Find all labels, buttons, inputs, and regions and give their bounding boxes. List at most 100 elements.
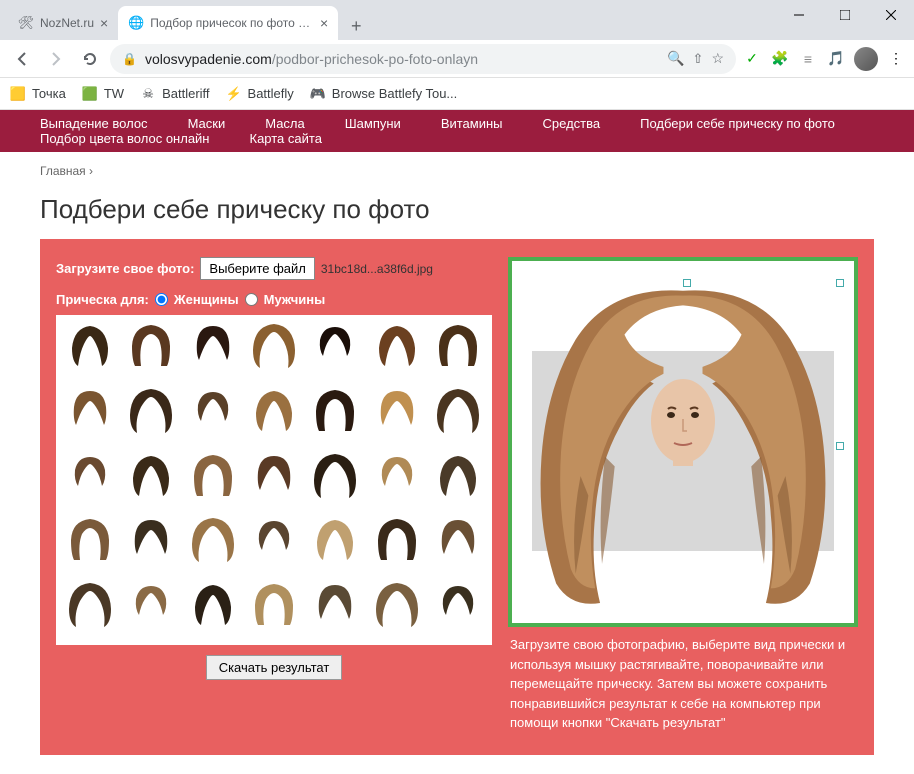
- favicon-noznet: 🛠: [18, 15, 34, 31]
- hairstyle-thumb[interactable]: [185, 321, 240, 371]
- bookmark-tochka[interactable]: 🟨Точка: [10, 86, 66, 102]
- nav-sredstva[interactable]: Средства: [543, 116, 601, 131]
- breadcrumb-sep: ›: [89, 164, 93, 178]
- radio-men[interactable]: [245, 293, 258, 306]
- gender-row: Прическа для: Женщины Мужчины: [56, 292, 492, 307]
- new-tab-button[interactable]: +: [342, 12, 370, 40]
- file-choose-button[interactable]: Выберите файл: [200, 257, 314, 280]
- nav-shampuni[interactable]: Шампуни: [345, 116, 401, 131]
- hairstyle-thumb[interactable]: [62, 321, 117, 371]
- hairstyle-thumb[interactable]: [431, 515, 486, 565]
- nav-podbor-cveta[interactable]: Подбор цвета волос онлайн: [40, 131, 210, 146]
- hairstyle-thumb[interactable]: [123, 321, 178, 371]
- lock-icon: 🔒: [122, 52, 137, 66]
- site-navigation: Выпадение волос Маски Масла Шампуни Вита…: [0, 110, 914, 152]
- reload-button[interactable]: [76, 45, 104, 73]
- hairstyle-thumb[interactable]: [246, 321, 301, 371]
- hairstyle-thumb[interactable]: [369, 515, 424, 565]
- hairstyle-thumb[interactable]: [246, 515, 301, 565]
- hairstyle-thumb[interactable]: [246, 580, 301, 630]
- tab-noznet[interactable]: 🛠 NozNet.ru ×: [8, 6, 118, 40]
- ext-check-icon[interactable]: ✓: [742, 49, 762, 69]
- hairstyle-thumb[interactable]: [369, 451, 424, 501]
- hairstyle-thumb[interactable]: [369, 386, 424, 436]
- nav-podberi[interactable]: Подбери себе прическу по фото: [640, 116, 835, 131]
- close-window-button[interactable]: [868, 0, 914, 30]
- bookmark-battlefy[interactable]: 🎮Browse Battlefy Tou...: [310, 86, 458, 102]
- hairstyle-thumb[interactable]: [431, 321, 486, 371]
- hairstyle-thumb[interactable]: [123, 515, 178, 565]
- hairstyle-thumb[interactable]: [185, 386, 240, 436]
- resize-handle-e[interactable]: [836, 442, 844, 450]
- back-button[interactable]: [8, 45, 36, 73]
- close-tab-icon[interactable]: ×: [100, 15, 108, 31]
- hairstyle-thumb[interactable]: [308, 321, 363, 371]
- radio-women[interactable]: [155, 293, 168, 306]
- menu-icon[interactable]: ⋮: [886, 49, 906, 69]
- upload-row: Загрузите свое фото: Выберите файл 31bc1…: [56, 257, 492, 280]
- bookmark-battleriff[interactable]: ☠Battleriff: [140, 86, 209, 102]
- hairstyle-thumb[interactable]: [62, 580, 117, 630]
- ext-key-icon[interactable]: 🎵: [826, 49, 846, 69]
- hairstyle-thumb[interactable]: [308, 515, 363, 565]
- close-tab-icon[interactable]: ×: [320, 15, 328, 31]
- hairstyle-thumb[interactable]: [185, 580, 240, 630]
- tab-title: NozNet.ru: [40, 16, 94, 30]
- bookmarks-bar: 🟨Точка 🟩TW ☠Battleriff ⚡Battlefly 🎮Brows…: [0, 78, 914, 110]
- window-titlebar: 🛠 NozNet.ru × 🌐 Подбор причесок по фото …: [0, 0, 914, 40]
- hairstyle-thumb[interactable]: [308, 451, 363, 501]
- hairstyle-gallery[interactable]: [56, 315, 492, 645]
- nav-karta[interactable]: Карта сайта: [250, 131, 322, 146]
- ext-list-icon[interactable]: ≡: [798, 49, 818, 69]
- hair-overlay[interactable]: [522, 281, 844, 613]
- label-men: Мужчины: [264, 292, 326, 307]
- window-controls: [776, 0, 914, 30]
- hairstyle-thumb[interactable]: [185, 515, 240, 565]
- search-icon[interactable]: 🔍: [667, 50, 684, 67]
- nav-vypadenie[interactable]: Выпадение волос: [40, 116, 148, 131]
- hairstyle-thumb[interactable]: [431, 386, 486, 436]
- upload-label: Загрузите свое фото:: [56, 261, 194, 276]
- resize-handle-n[interactable]: [683, 279, 691, 287]
- breadcrumb-home[interactable]: Главная: [40, 164, 86, 178]
- nav-masla[interactable]: Масла: [265, 116, 305, 131]
- minimize-button[interactable]: [776, 0, 822, 30]
- hairstyle-thumb[interactable]: [123, 580, 178, 630]
- nav-vitaminy[interactable]: Витамины: [441, 116, 503, 131]
- hairstyle-thumb[interactable]: [185, 451, 240, 501]
- star-icon[interactable]: ☆: [711, 50, 724, 67]
- forward-button[interactable]: [42, 45, 70, 73]
- hairstyle-thumb[interactable]: [123, 386, 178, 436]
- hairstyle-thumb[interactable]: [123, 451, 178, 501]
- hairstyle-thumb[interactable]: [246, 386, 301, 436]
- page-title: Подбери себе прическу по фото: [0, 190, 914, 239]
- bookmark-battlefly[interactable]: ⚡Battlefly: [226, 86, 294, 102]
- right-panel: Загрузите свою фотографию, выберите вид …: [508, 257, 858, 737]
- share-icon[interactable]: ⇧: [693, 51, 704, 67]
- app-panel: Загрузите свое фото: Выберите файл 31bc1…: [40, 239, 874, 755]
- profile-avatar[interactable]: [854, 47, 878, 71]
- hairstyle-thumb[interactable]: [369, 580, 424, 630]
- address-bar[interactable]: 🔒 volosvypadenie.com/podbor-prichesok-po…: [110, 44, 736, 74]
- resize-handle-ne[interactable]: [836, 279, 844, 287]
- hairstyle-thumb[interactable]: [308, 580, 363, 630]
- hairstyle-thumb[interactable]: [62, 515, 117, 565]
- nav-maski[interactable]: Маски: [188, 116, 226, 131]
- preview-canvas[interactable]: [508, 257, 858, 627]
- hairstyle-thumb[interactable]: [308, 386, 363, 436]
- tab-active[interactable]: 🌐 Подбор причесок по фото онла ×: [118, 6, 338, 40]
- left-panel: Загрузите свое фото: Выберите файл 31bc1…: [56, 257, 492, 737]
- hairstyle-thumb[interactable]: [62, 386, 117, 436]
- browser-toolbar: 🔒 volosvypadenie.com/podbor-prichesok-po…: [0, 40, 914, 78]
- ext-puzzle-icon[interactable]: 🧩: [770, 49, 790, 69]
- maximize-button[interactable]: [822, 0, 868, 30]
- favicon-globe: 🌐: [128, 15, 144, 31]
- download-button[interactable]: Скачать результат: [206, 655, 343, 680]
- hairstyle-thumb[interactable]: [246, 451, 301, 501]
- hairstyle-thumb[interactable]: [431, 580, 486, 630]
- filename-text: 31bc18d...a38f6d.jpg: [321, 262, 433, 276]
- hairstyle-thumb[interactable]: [369, 321, 424, 371]
- bookmark-tw[interactable]: 🟩TW: [82, 86, 124, 102]
- hairstyle-thumb[interactable]: [62, 451, 117, 501]
- hairstyle-thumb[interactable]: [431, 451, 486, 501]
